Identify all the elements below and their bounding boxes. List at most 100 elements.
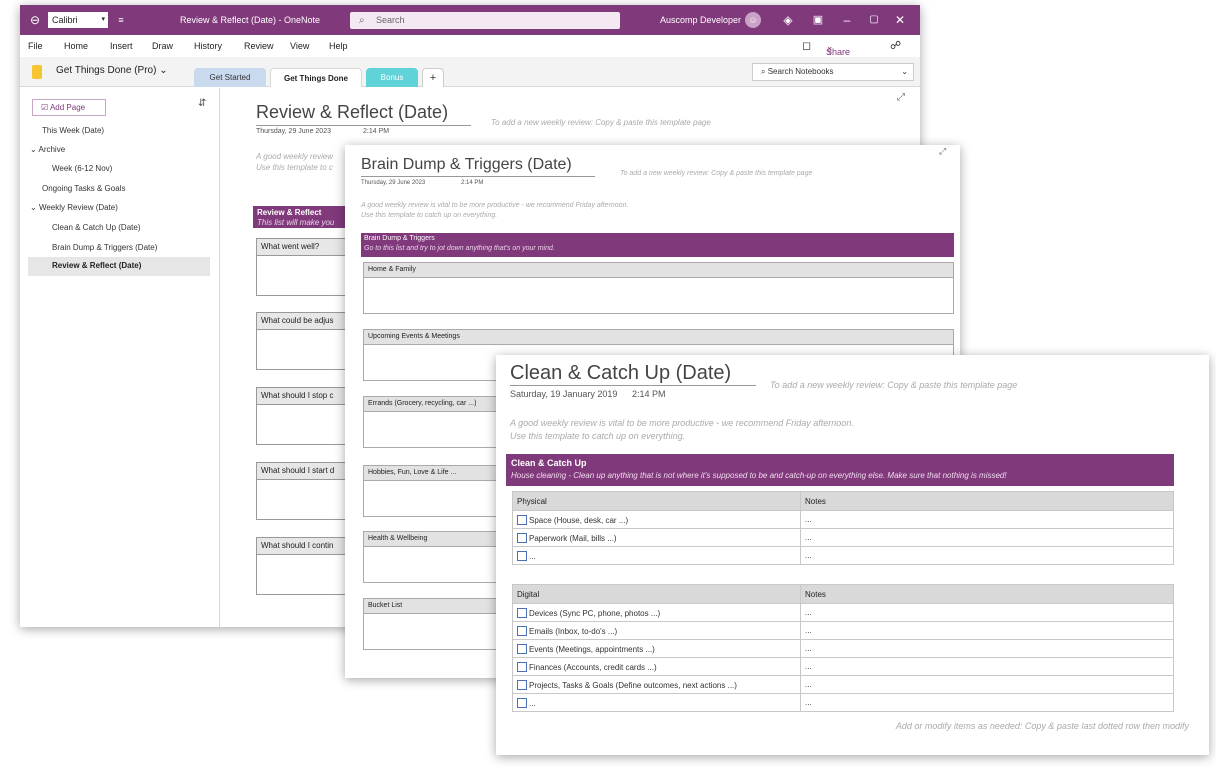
font-name: Calibri — [52, 15, 78, 25]
question-1-box[interactable] — [256, 256, 351, 296]
task-item[interactable]: Finances (Accounts, credit cards ...) — [529, 663, 657, 672]
task-item[interactable]: Paperwork (Mail, bills ...) — [529, 534, 617, 543]
checkbox[interactable] — [517, 643, 527, 654]
tab-get-things-done[interactable]: Get Things Done — [270, 68, 362, 87]
tab-get-started[interactable]: Get Started — [194, 68, 266, 87]
menu-history[interactable]: History — [194, 41, 222, 51]
menu-help[interactable]: Help — [329, 41, 348, 51]
notes-cell[interactable]: ... — [800, 657, 1174, 676]
avatar[interactable]: ☺ — [745, 12, 761, 28]
menu-insert[interactable]: Insert — [110, 41, 133, 51]
menu-review[interactable]: Review — [244, 41, 274, 51]
sticky-note-icon[interactable]: ◻ — [802, 39, 811, 52]
menu-draw[interactable]: Draw — [152, 41, 173, 51]
sidebar-page-weekly-review[interactable]: ⌄ Weekly Review (Date) — [30, 203, 118, 212]
checkbox[interactable] — [517, 697, 527, 708]
question-4-box[interactable] — [256, 480, 351, 520]
task-item[interactable]: Projects, Tasks & Goals (Define outcomes… — [529, 681, 737, 690]
close-icon[interactable]: ✕ — [888, 5, 912, 35]
task-item[interactable]: Events (Meetings, appointments ...) — [529, 645, 655, 654]
template-hint: To add a new weekly review: Copy & paste… — [491, 118, 711, 127]
notes-cell[interactable]: ... — [800, 621, 1174, 640]
search-icon: ⌕ — [359, 15, 365, 26]
title-bar: ⊖ Calibri ▾ ≡ Review & Reflect (Date) - O… — [20, 5, 920, 35]
section-home-family-box[interactable] — [363, 278, 954, 314]
question-1-label: What went well? — [256, 238, 351, 256]
sidebar-page-label: Review & Reflect (Date) — [52, 261, 142, 270]
task-item[interactable]: ... — [529, 552, 536, 561]
task-item[interactable]: Emails (Inbox, to-do's ...) — [529, 627, 617, 636]
sidebar-page-week[interactable]: Week (6-12 Nov) — [52, 164, 112, 173]
menu-file[interactable]: File — [28, 41, 43, 51]
notes-cell[interactable]: ... — [800, 528, 1174, 547]
banner-title: Review & Reflect — [257, 208, 322, 217]
ribbon-display-icon[interactable]: ▣ — [808, 5, 828, 35]
physical-header: Physical — [512, 491, 801, 511]
add-section-button[interactable]: + — [422, 68, 444, 87]
notes-cell[interactable]: ... — [800, 693, 1174, 712]
page-title[interactable]: Brain Dump & Triggers (Date) — [361, 156, 572, 174]
notes-cell[interactable]: ... — [800, 639, 1174, 658]
question-2-box[interactable] — [256, 330, 351, 370]
add-page-button[interactable]: ☑ Add Page — [32, 99, 106, 116]
sidebar-page-label: Archive — [38, 145, 66, 154]
maximize-icon[interactable]: ▢ — [862, 5, 886, 35]
share-button[interactable]: ⇪ Share ⌄ — [826, 41, 850, 57]
checkbox[interactable] — [517, 661, 527, 672]
checkbox[interactable] — [517, 625, 527, 636]
notes-cell[interactable]: ... — [800, 546, 1174, 565]
menu-home[interactable]: Home — [64, 41, 88, 51]
sidebar-page-clean[interactable]: Clean & Catch Up (Date) — [52, 223, 140, 232]
table-row: Events (Meetings, appointments ...) ... — [512, 639, 1174, 658]
sidebar-page-ongoing[interactable]: Ongoing Tasks & Goals — [42, 184, 125, 193]
table-row: Paperwork (Mail, bills ...) ... — [512, 528, 1174, 547]
minimize-icon[interactable]: – — [835, 5, 859, 35]
task-item[interactable]: Devices (Sync PC, phone, photos ...) — [529, 609, 660, 618]
chevron-down-icon: ⌄ — [901, 67, 908, 76]
menu-bar: File Home Insert Draw History Review Vie… — [20, 35, 920, 57]
question-3-box[interactable] — [256, 405, 351, 445]
page-title[interactable]: Review & Reflect (Date) — [256, 102, 448, 123]
checkbox[interactable] — [517, 532, 527, 543]
sort-icon[interactable]: ⇵ — [198, 98, 206, 109]
search-notebooks-box[interactable]: ⌕ Search Notebooks ⌄ — [752, 63, 914, 81]
checkbox[interactable] — [517, 679, 527, 690]
back-icon[interactable]: ⊖ — [26, 5, 44, 35]
banner-subtitle: House cleaning - Clean up anything that … — [511, 471, 1007, 480]
task-item[interactable]: ... — [529, 699, 536, 708]
question-5-box[interactable] — [256, 555, 351, 595]
banner-subtitle: Go to this list and try to jot down anyt… — [364, 245, 555, 252]
sidebar-page-this-week[interactable]: This Week (Date) — [42, 126, 104, 135]
quick-access-icon[interactable]: ≡ — [114, 5, 128, 35]
question-2-label: What could be adjus — [256, 312, 351, 330]
menu-view[interactable]: View — [290, 41, 309, 51]
task-item[interactable]: Space (House, desk, car ...) — [529, 516, 628, 525]
feedback-icon[interactable]: ☍ — [890, 39, 901, 52]
notes-header: Notes — [800, 584, 1174, 604]
font-name-box[interactable]: Calibri ▾ — [48, 12, 108, 28]
digital-table: Digital Notes Devices (Sync PC, phone, p… — [512, 584, 1174, 712]
page-time: 2:14 PM — [632, 389, 666, 399]
table-row: Emails (Inbox, to-do's ...) ... — [512, 621, 1174, 640]
checkbox[interactable] — [517, 514, 527, 525]
notes-cell[interactable]: ... — [800, 603, 1174, 622]
sidebar-page-brain-dump[interactable]: Brain Dump & Triggers (Date) — [52, 243, 157, 252]
sidebar-page-review-selected[interactable]: Review & Reflect (Date) — [28, 257, 210, 276]
notes-header: Notes — [800, 491, 1174, 511]
diamond-icon[interactable]: ◈ — [778, 5, 798, 35]
page-title[interactable]: Clean & Catch Up (Date) — [510, 362, 731, 385]
search-icon: ⌕ — [761, 67, 768, 76]
notes-cell[interactable]: ... — [800, 510, 1174, 529]
checkbox[interactable] — [517, 607, 527, 618]
search-box[interactable]: ⌕ Search — [350, 12, 620, 29]
notebook-name: Get Things Done (Pro) — [56, 65, 157, 76]
title-underline — [510, 385, 756, 386]
notes-cell[interactable]: ... — [800, 675, 1174, 694]
tab-bonus[interactable]: Bonus — [366, 68, 418, 87]
expand-icon[interactable]: ⤢ — [897, 92, 905, 103]
checkbox[interactable] — [517, 550, 527, 561]
notebook-selector[interactable]: Get Things Done (Pro) ⌄ — [56, 65, 168, 76]
banner-subtitle: This list will make you — [257, 218, 335, 227]
expand-icon[interactable]: ⤢ — [939, 146, 946, 157]
sidebar-page-archive[interactable]: ⌄ Archive — [30, 145, 65, 154]
